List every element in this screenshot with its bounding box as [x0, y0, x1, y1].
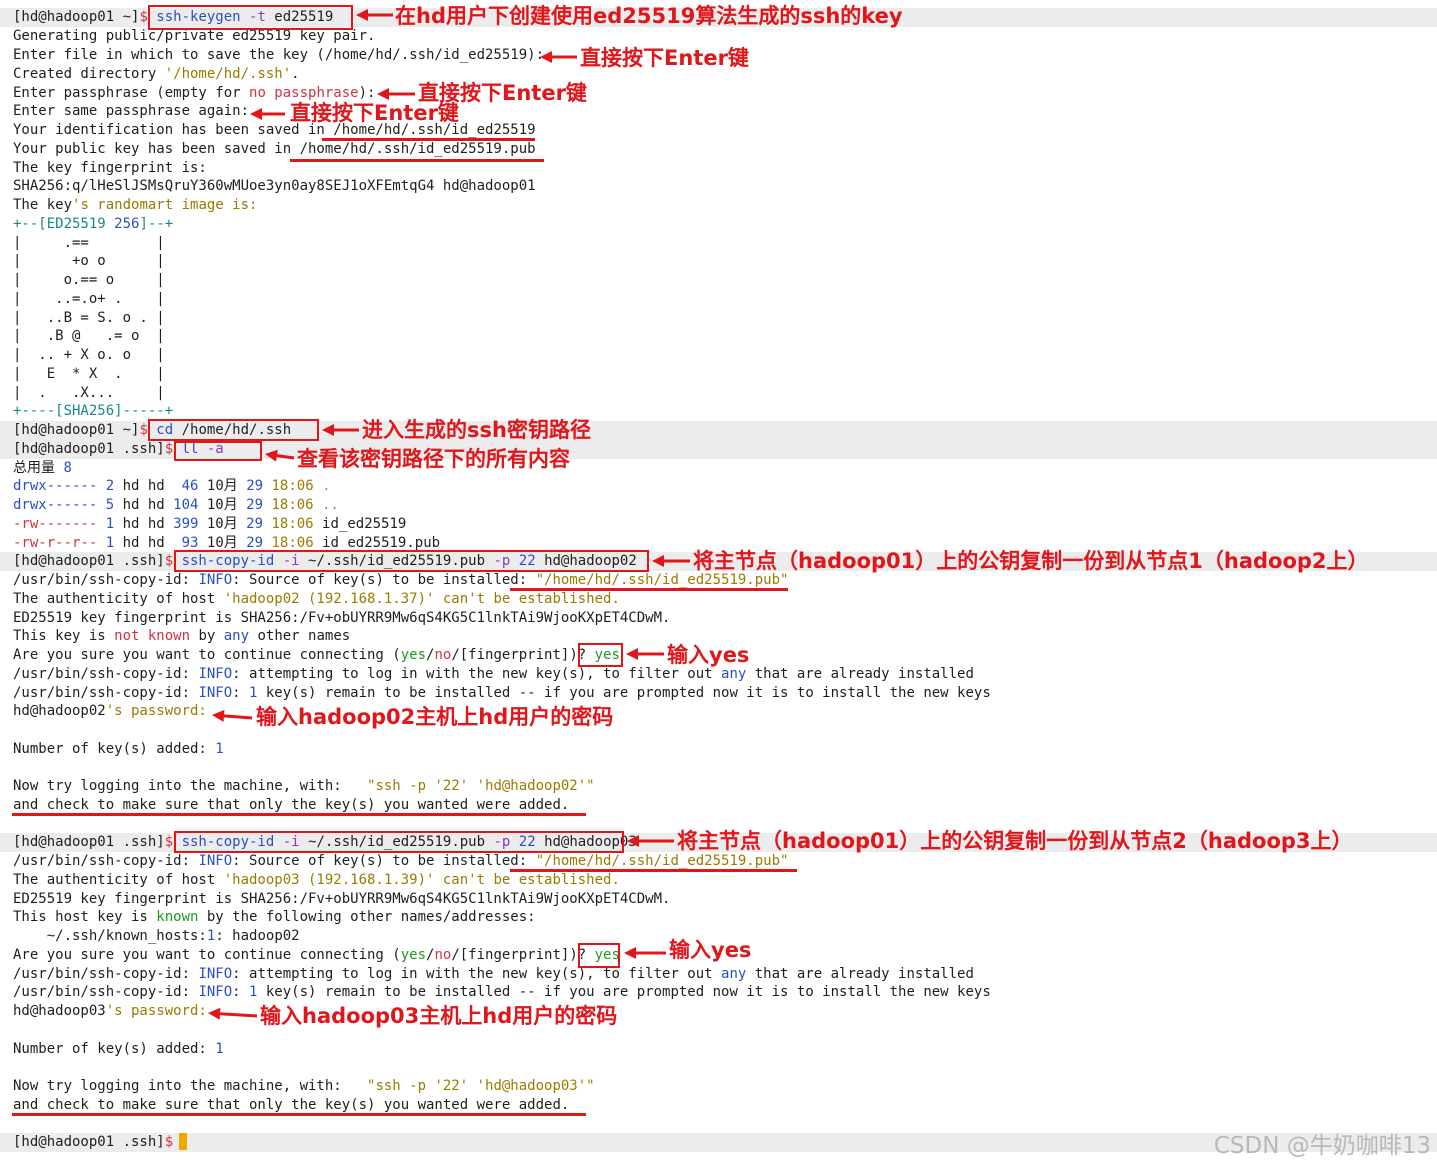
annotation-note: 输入hadoop02主机上hd用户的密码 [256, 705, 614, 729]
arrow-left-icon [322, 424, 359, 436]
annotation-note: 进入生成的ssh密钥路径 [362, 418, 591, 442]
arrow-left-icon [265, 449, 295, 462]
annotation-note: 将主节点（hadoop01）上的公钥复制一份到从节点1（hadoop2上） [693, 549, 1369, 573]
annotation-note: 查看该密钥路径下的所有内容 [297, 447, 570, 471]
annotation-note: 输入yes [667, 643, 750, 667]
arrow-left-icon [652, 555, 690, 567]
annotation-arrows [208, 9, 690, 1020]
arrow-left-icon [624, 947, 666, 959]
arrow-left-icon [377, 88, 415, 100]
terminal-cursor [179, 1133, 187, 1150]
arrow-left-icon [627, 835, 674, 847]
arrow-left-icon [208, 1007, 258, 1020]
arrow-left-icon [250, 108, 285, 120]
arrow-left-icon [626, 648, 664, 660]
annotation-note: 直接按下Enter键 [580, 46, 749, 70]
annotation-note: 直接按下Enter键 [290, 101, 459, 125]
arrow-left-icon [212, 709, 253, 722]
annotation-note: 输入hadoop03主机上hd用户的密码 [260, 1004, 618, 1028]
annotation-note: 将主节点（hadoop01）上的公钥复制一份到从节点2（hadoop3上） [677, 829, 1353, 853]
arrow-left-icon [356, 9, 393, 21]
arrow-left-icon [540, 51, 577, 63]
watermark: CSDN @牛奶咖啡13 [1213, 1133, 1431, 1159]
annotation-note: 在hd用户下创建使用ed25519算法生成的ssh的key [395, 4, 903, 28]
annotation-note: 输入yes [669, 938, 752, 962]
